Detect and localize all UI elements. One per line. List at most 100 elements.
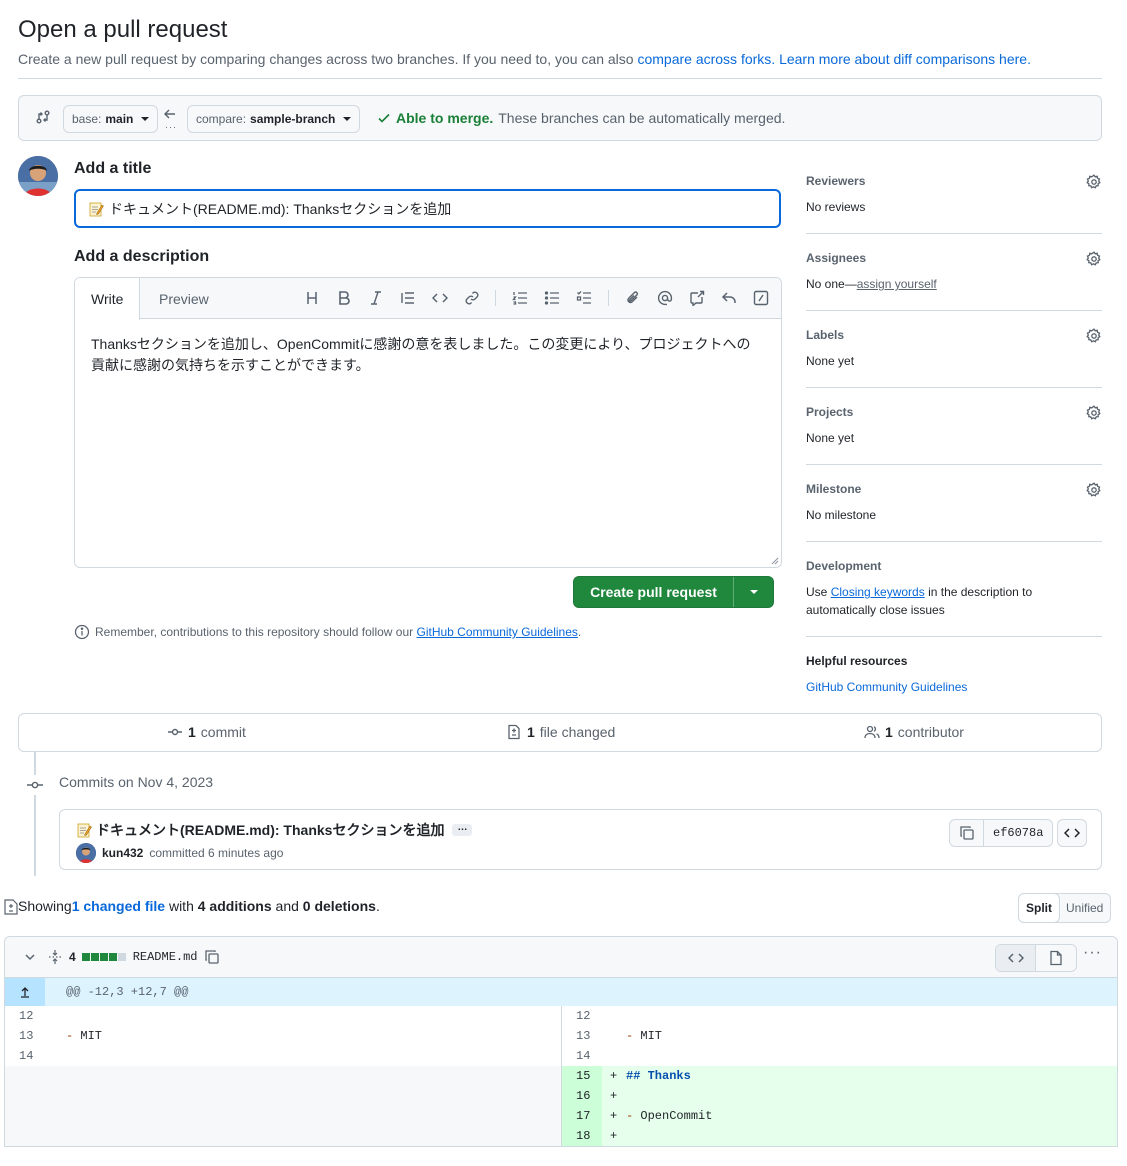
browse-repository-button[interactable] [1057,819,1087,847]
addition-marker: + [610,1069,618,1083]
closing-keywords-link[interactable]: Closing keywords [831,585,925,599]
learn-more-link[interactable]: Learn more about diff comparisons here. [779,51,1031,67]
copy-sha-button[interactable] [950,820,984,846]
page-title: Open a pull request [18,16,228,43]
slash-commands-icon[interactable] [753,290,769,306]
gear-icon[interactable] [1086,328,1102,344]
description-line: 貢献に感謝の気持ちを示すことができます。 [91,357,370,373]
commit-message-link[interactable]: ドキュメント(README.md): Thanksセクションを追加 [96,820,444,840]
diff-row: 14 [5,1046,561,1066]
commit-author-avatar[interactable] [76,843,96,863]
line-number[interactable]: 13 [5,1026,45,1046]
base-branch-select[interactable]: base: main [63,105,159,133]
cross-reference-icon[interactable] [689,290,705,306]
link-icon[interactable] [464,290,480,306]
people-icon [864,725,880,739]
task-list-icon[interactable] [576,290,592,306]
line-number[interactable]: 17 [562,1106,602,1126]
diff-row: 13 - MIT [562,1026,1117,1046]
compare-across-forks-link[interactable]: compare across forks. [637,51,775,67]
commit-time: committed 6 minutes ago [149,846,284,860]
undo-reply-icon[interactable] [721,290,737,306]
mention-icon[interactable] [657,290,673,306]
diff-row-added: 17 + - OpenCommit [562,1106,1117,1126]
gear-icon[interactable] [1086,174,1102,190]
assign-yourself-link[interactable]: assign yourself [857,277,937,291]
merge-status-label: Able to merge. [396,110,494,126]
line-number[interactable]: 14 [5,1046,45,1066]
community-guidelines-link[interactable]: GitHub Community Guidelines [417,625,578,639]
diff-row: 13 - MIT [5,1026,561,1046]
hunk-header: @@ -12,3 +12,7 @@ [5,978,1117,1006]
line-number[interactable]: 12 [5,1006,45,1026]
resize-handle-icon[interactable] [771,557,779,565]
files-number: 1 [527,724,535,740]
title-label: Add a title [74,160,152,177]
expand-up-icon[interactable] [5,978,45,1006]
expand-commit-button[interactable]: … [452,823,473,836]
gear-icon[interactable] [1086,482,1102,498]
chevron-down-icon [141,117,150,121]
commits-count[interactable]: 1 commit [167,724,246,740]
description-textarea[interactable]: Thanksセクションを追加し、OpenCommitに感謝の意を表しました。この… [91,334,767,376]
create-options-dropdown[interactable] [734,590,773,594]
line-number[interactable]: 13 [562,1026,602,1046]
line-number[interactable]: 16 [562,1086,602,1106]
changed-files-link[interactable]: 1 changed file [72,898,165,914]
unordered-list-icon[interactable] [544,290,560,306]
quote-icon[interactable] [400,290,416,306]
bold-icon[interactable] [336,290,352,306]
kebab-menu-icon[interactable]: ··· [1083,944,1102,962]
reminder-text: Remember, contributions to this reposito… [95,625,417,639]
showing-text: with [165,898,198,914]
italic-icon[interactable] [368,290,384,306]
expand-all-icon[interactable] [47,949,63,965]
create-pull-request-label[interactable]: Create pull request [574,577,734,607]
sidebar-labels: Labels None yet [806,328,1102,370]
chevron-down-icon[interactable] [23,950,37,964]
community-guidelines-link[interactable]: GitHub Community Guidelines [806,680,967,694]
tab-write[interactable]: Write [75,278,141,320]
commit-author-link[interactable]: kun432 [102,846,143,860]
contributors-count[interactable]: 1 contributor [864,724,964,740]
milestone-title: Milestone [806,482,862,496]
description-line: Thanksセクションを追加し、OpenCommitに感謝の意を表しました。この… [91,336,751,352]
diffstat-added-block [108,953,117,961]
line-number[interactable]: 14 [562,1046,602,1066]
showing-text: and [271,898,303,914]
heading-icon[interactable] [304,290,320,306]
create-pull-request-button[interactable]: Create pull request [573,576,774,608]
header-divider [18,78,1102,79]
ordered-list-icon[interactable] [512,290,528,306]
line-number[interactable]: 15 [562,1066,602,1086]
paperclip-icon[interactable] [625,290,641,306]
rich-view-button[interactable] [1036,945,1076,971]
description-label: Add a description [74,248,210,265]
diff-row-added: 18 + [562,1126,1117,1146]
hunk-header-text: @@ -12,3 +12,7 @@ [66,985,189,999]
code-icon [1064,828,1080,838]
code-icon[interactable] [432,290,448,306]
tab-preview[interactable]: Preview [143,278,225,319]
description-editor: Write Preview Thanksセクションを追加し、OpenCommit… [74,277,782,568]
line-number[interactable]: 18 [562,1126,602,1146]
gear-icon[interactable] [1086,405,1102,421]
commits-date: Commits on Nov 4, 2023 [59,774,214,790]
split-view-button[interactable]: Split [1018,893,1060,923]
diff-row: 14 [562,1046,1117,1066]
gear-icon[interactable] [1086,251,1102,267]
unified-view-button[interactable]: Unified [1059,894,1110,922]
compare-branch-select[interactable]: compare: sample-branch [187,105,361,133]
title-input[interactable]: ドキュメント(README.md): Thanksセクションを追加 [74,189,781,228]
code-view-button[interactable] [996,945,1036,971]
files-changed-count[interactable]: 1 file changed [506,724,615,740]
commit-icon [168,728,182,736]
avatar[interactable] [18,156,58,196]
diff-filename[interactable]: README.md [133,950,198,964]
showing-text: . [375,898,380,914]
commit-sha-link[interactable]: ef6078a [984,820,1052,846]
development-text: Use [806,585,831,599]
line-number[interactable]: 12 [562,1006,602,1026]
copy-icon[interactable] [204,949,220,965]
diffstat-added-block [90,953,99,961]
